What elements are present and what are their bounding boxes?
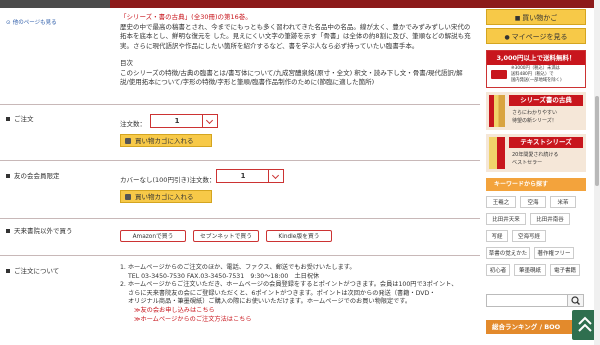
scrollbar-thumb[interactable]	[595, 96, 599, 186]
keyword-tag[interactable]: 著作権フリー	[534, 247, 574, 259]
search-icon	[571, 296, 580, 305]
keyword-tag[interactable]: 比田井南谷	[530, 213, 570, 225]
keyword-tag[interactable]: 写経	[486, 230, 508, 242]
info-line: オリジナル商品・筆墨硯紙）ご購入の際にお使いいただけます。ホームページでのお買い…	[128, 298, 412, 306]
quantity-value: 1	[240, 172, 246, 180]
toc-title: 目次	[120, 59, 133, 67]
section-label-about-order: ご注文について	[6, 265, 59, 275]
description: 「シリーズ・書の古典」(全30冊)の第16巻。 歴史の中で最高の稿書とされ、今ま…	[120, 13, 480, 88]
description-line: 実。さらに現代語訳や作品にしたい箇所を紹介するなど、書を学ぶ人なら必ず持っていた…	[120, 41, 419, 50]
description-line: 拓本を底本とし、鮮明な復元を した。見えにくい文字の筆跡を示す「骨書」は全体の約…	[120, 32, 471, 40]
truck-icon	[491, 70, 507, 79]
friends-club-link[interactable]: ≫友の会お申し込みはこちら	[120, 307, 480, 316]
divider	[0, 104, 480, 105]
seven-net-button[interactable]: セブンネットで買う	[193, 230, 259, 242]
section-label-member: 友の会会員限定	[6, 170, 60, 180]
info-line: 2. ホームページからご注文いただき、ホームページの会員登録をするとポイントがつ…	[120, 281, 458, 289]
chevron-down-icon	[268, 170, 283, 182]
section-label-order: ご注文	[6, 113, 34, 123]
keyword-tag[interactable]: 筆墨硯紙	[514, 264, 546, 276]
toc-line: 説/使用拓本について/字形の特徴/字形と筆順/臨書作品制作のために(節臨に適した…	[120, 78, 375, 86]
kindle-button[interactable]: Kindle版を買う	[266, 230, 332, 242]
text-series-banner[interactable]: テキストシリーズ 20年間愛され続ける ベストセラー	[486, 134, 586, 172]
search-input[interactable]	[486, 294, 568, 307]
keyword-tag[interactable]: 草書の覚えかた	[486, 247, 530, 259]
keyword-tag[interactable]: 空海	[520, 196, 546, 208]
book-covers-image	[489, 137, 505, 169]
info-line: 1. ホームページからのご注文のほか、電話、ファクス、郵送でもお受けいたします。	[120, 264, 356, 271]
divider	[0, 218, 480, 219]
search-button[interactable]	[568, 294, 584, 307]
bullet-square-icon	[6, 229, 10, 233]
quantity-value: 1	[174, 117, 180, 125]
bullet-square-icon	[6, 117, 10, 121]
order-info: 1. ホームページからのご注文のほか、電話、ファクス、郵送でもお受けいたします。…	[120, 264, 480, 324]
chevron-down-icon	[202, 115, 217, 127]
qty-label: 注文数：	[120, 120, 146, 128]
order-method-link[interactable]: ≫ホームページからのご注文方法はこちら	[120, 316, 480, 325]
member-qty-label: カバーなし(100円引き)注文数：	[120, 176, 216, 184]
ranking-header: 総合ランキング / BOO	[486, 320, 586, 334]
text-series-sub: ベストセラー	[512, 160, 543, 166]
section-label-other-stores: 天来書院以外で買う	[6, 225, 73, 235]
keyword-tag[interactable]: 米芾	[550, 196, 576, 208]
cart-button[interactable]: ■ 買い物かご	[486, 9, 586, 25]
keyword-list: 王羲之 空海 米芾 比田井天来 比田井南谷 写経 空海写経 草書の覚えかた 著作…	[486, 196, 586, 281]
chevron-right-icon: ⊙	[6, 20, 11, 26]
cart-icon	[125, 138, 131, 144]
series-title: シリーズ書の古典	[509, 95, 583, 106]
book-covers-image	[489, 95, 505, 127]
shipping-sub: 国内発送(一部地域を除く)	[511, 78, 562, 83]
keyword-tag[interactable]: 電子書籍	[550, 264, 580, 276]
text-series-sub: 20年間愛され続ける	[512, 152, 559, 158]
back-link[interactable]: ⊙ 他のページも見る	[6, 18, 57, 26]
text-series-title: テキストシリーズ	[509, 137, 583, 148]
top-bar-dark	[0, 0, 110, 8]
divider	[0, 255, 480, 256]
keyword-header: キーワードから探す	[486, 178, 586, 191]
divider	[0, 160, 480, 161]
series-sub: さらにわかりやすい	[512, 110, 558, 116]
keyword-tag[interactable]: 王羲之	[486, 196, 516, 208]
keyword-tag[interactable]: 初心者	[486, 264, 510, 276]
quantity-select[interactable]: 1	[150, 114, 218, 128]
series-banner[interactable]: シリーズ書の古典 さらにわかりやすい 待望の新シリーズ！	[486, 92, 586, 130]
cart-icon	[125, 194, 131, 200]
mypage-button[interactable]: ● マイページを見る	[486, 28, 586, 44]
series-sub: 待望の新シリーズ！	[512, 118, 557, 124]
bullet-square-icon	[6, 174, 10, 178]
add-to-cart-button[interactable]: 買い物カゴに入れる	[120, 134, 212, 147]
keyword-tag[interactable]: 空海写経	[512, 230, 546, 242]
amazon-button[interactable]: Amazonで買う	[120, 230, 186, 242]
bullet-square-icon	[6, 269, 10, 273]
member-quantity-select[interactable]: 1	[216, 169, 284, 183]
shipping-main: 3,000円以上で送料無料！	[487, 51, 585, 65]
shipping-banner[interactable]: 3,000円以上で送料無料！ ※3000円（税込）未満は 送料480円（税込）で…	[486, 50, 586, 88]
toc-line: このシリーズの特徴/古典の臨書とは/書写体について/九成宮醴泉銘(原寸・全文) …	[120, 68, 463, 77]
description-line: 「シリーズ・書の古典」(全30冊)の第16巻。	[120, 13, 252, 21]
description-line: 歴史の中で最高の稿書とされ、今までにもっとも多く習われてきた名品中の名品。線が太…	[120, 22, 471, 31]
member-add-to-cart-button[interactable]: 買い物カゴに入れる	[120, 190, 212, 203]
keyword-tag[interactable]: 比田井天来	[486, 213, 526, 225]
info-line: TEL 03-3450-7530 FAX.03-3450-7531 9:30～1…	[128, 272, 320, 280]
person-icon: ●	[504, 34, 512, 41]
